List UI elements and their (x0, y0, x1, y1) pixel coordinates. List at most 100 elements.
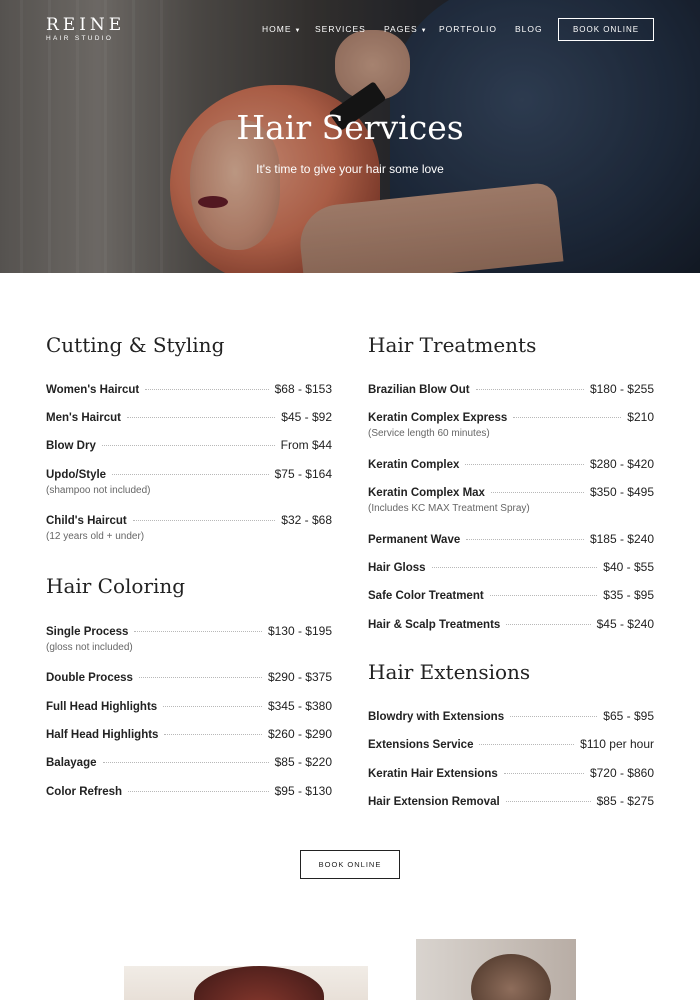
price-row: Keratin Complex Express $210 (368, 410, 654, 426)
dotted-leader (145, 389, 269, 390)
price-row: Blowdry with Extensions $65 - $95 (368, 709, 654, 725)
service-price: $32 - $68 (281, 513, 332, 527)
service-name: Balayage (46, 757, 97, 769)
nav-item-label: SERVICES (315, 24, 366, 34)
price-row: Double Process $290 - $375 (46, 670, 332, 686)
price-row: Color Refresh $95 - $130 (46, 784, 332, 800)
price-row: Women's Haircut $68 - $153 (46, 382, 332, 398)
gallery-photo (124, 966, 368, 1000)
service-price: $35 - $95 (603, 588, 654, 602)
service-price: $350 - $495 (589, 485, 654, 499)
nav-item-portfolio[interactable]: PORTFOLIO (439, 24, 497, 34)
service-name: Safe Color Treatment (368, 590, 484, 602)
section-title-cutting: Cutting & Styling (46, 333, 225, 357)
service-price: $260 - $290 (267, 727, 332, 741)
dotted-leader (466, 539, 584, 540)
service-name: Single Process (46, 626, 129, 638)
service-name: Color Refresh (46, 786, 123, 798)
service-price: $85 - $220 (274, 755, 332, 769)
dotted-leader (506, 624, 591, 625)
nav-item-label: BLOG (515, 24, 543, 34)
service-price: $85 - $275 (596, 794, 654, 808)
chevron-down-icon: ▼ (294, 28, 302, 34)
service-name: Blowdry with Extensions (368, 711, 505, 723)
dotted-leader (112, 474, 269, 475)
dotted-leader (510, 716, 598, 717)
section-title-coloring: Hair Coloring (46, 574, 186, 598)
service-note: (shampoo not included) (46, 485, 151, 496)
service-name: Permanent Wave (368, 534, 461, 546)
book-online-cta-button[interactable]: BOOK ONLINE (300, 850, 400, 879)
service-price: $720 - $860 (589, 766, 654, 780)
service-name: Men's Haircut (46, 412, 121, 424)
service-name: Brazilian Blow Out (368, 384, 470, 396)
dotted-leader (505, 801, 591, 802)
chevron-down-icon: ▼ (420, 28, 428, 34)
service-price: $280 - $420 (589, 457, 654, 471)
price-row: Balayage $85 - $220 (46, 755, 332, 771)
dotted-leader (132, 520, 276, 521)
service-name: Keratin Complex (368, 459, 460, 471)
page-title: Hair Services (236, 108, 464, 147)
service-price: $290 - $375 (267, 670, 332, 684)
service-price: $110 per hour (580, 737, 654, 751)
price-row: Single Process $130 - $195 (46, 624, 332, 640)
service-price: $95 - $130 (274, 784, 332, 798)
price-row: Hair Extension Removal $85 - $275 (368, 794, 654, 810)
price-row: Safe Color Treatment $35 - $95 (368, 588, 654, 604)
price-row: Full Head Highlights $345 - $380 (46, 699, 332, 715)
price-row: Men's Haircut $45 - $92 (46, 410, 332, 426)
service-name: Child's Haircut (46, 515, 127, 527)
nav-item-home[interactable]: HOME ▼ (262, 24, 301, 34)
dotted-leader (465, 464, 584, 465)
nav-item-pages[interactable]: PAGES ▼ (384, 24, 428, 34)
service-note: (gloss not included) (46, 642, 133, 653)
photo-subject (471, 954, 551, 1000)
gallery-photo (416, 939, 576, 1000)
service-note: (Service length 60 minutes) (368, 428, 490, 439)
section-title-extensions: Hair Extensions (368, 660, 531, 684)
dotted-leader (489, 595, 598, 596)
dotted-leader (503, 773, 584, 774)
dotted-leader (134, 631, 262, 632)
service-price: $345 - $380 (267, 699, 332, 713)
book-online-button[interactable]: BOOK ONLINE (558, 18, 654, 41)
service-name: Half Head Highlights (46, 729, 159, 741)
dotted-leader (101, 445, 275, 446)
section-title-treatments: Hair Treatments (368, 333, 537, 357)
service-name: Keratin Complex Max (368, 487, 485, 499)
nav-item-label: PORTFOLIO (439, 24, 497, 34)
service-price: $45 - $92 (281, 410, 332, 424)
service-name: Updo/Style (46, 469, 107, 481)
service-note: (12 years old + under) (46, 531, 145, 542)
service-price: $180 - $255 (589, 382, 654, 396)
price-row: Updo/Style $75 - $164 (46, 467, 332, 483)
price-row: Half Head Highlights $260 - $290 (46, 727, 332, 743)
service-name: Full Head Highlights (46, 701, 158, 713)
service-name: Hair & Scalp Treatments (368, 619, 501, 631)
dotted-leader (138, 677, 262, 678)
dotted-leader (431, 567, 598, 568)
nav-item-label: PAGES (384, 24, 418, 34)
service-price: $210 (627, 410, 654, 424)
nav-item-services[interactable]: SERVICES (315, 24, 366, 34)
page-subtitle: It's time to give your hair some love (256, 162, 444, 176)
price-row: Child's Haircut $32 - $68 (46, 513, 332, 529)
price-row: Hair & Scalp Treatments $45 - $240 (368, 617, 654, 633)
dotted-leader (475, 389, 584, 390)
dotted-leader (490, 492, 584, 493)
photo-subject (194, 966, 324, 1000)
hero-banner: REINE HAIR STUDIO HOME ▼ SERVICES PAGES ▼ … (0, 0, 700, 273)
dotted-leader (126, 417, 276, 418)
dotted-leader (164, 734, 262, 735)
price-row: Keratin Complex $280 - $420 (368, 457, 654, 473)
dotted-leader (102, 762, 269, 763)
nav-item-label: HOME (262, 24, 292, 34)
service-name: Keratin Complex Express (368, 412, 508, 424)
dotted-leader (479, 744, 575, 745)
price-row: Keratin Complex Max $350 - $495 (368, 485, 654, 501)
nav-item-blog[interactable]: BLOG (515, 24, 543, 34)
service-price: $75 - $164 (274, 467, 332, 481)
price-row: Permanent Wave $185 - $240 (368, 532, 654, 548)
service-price: $68 - $153 (274, 382, 332, 396)
